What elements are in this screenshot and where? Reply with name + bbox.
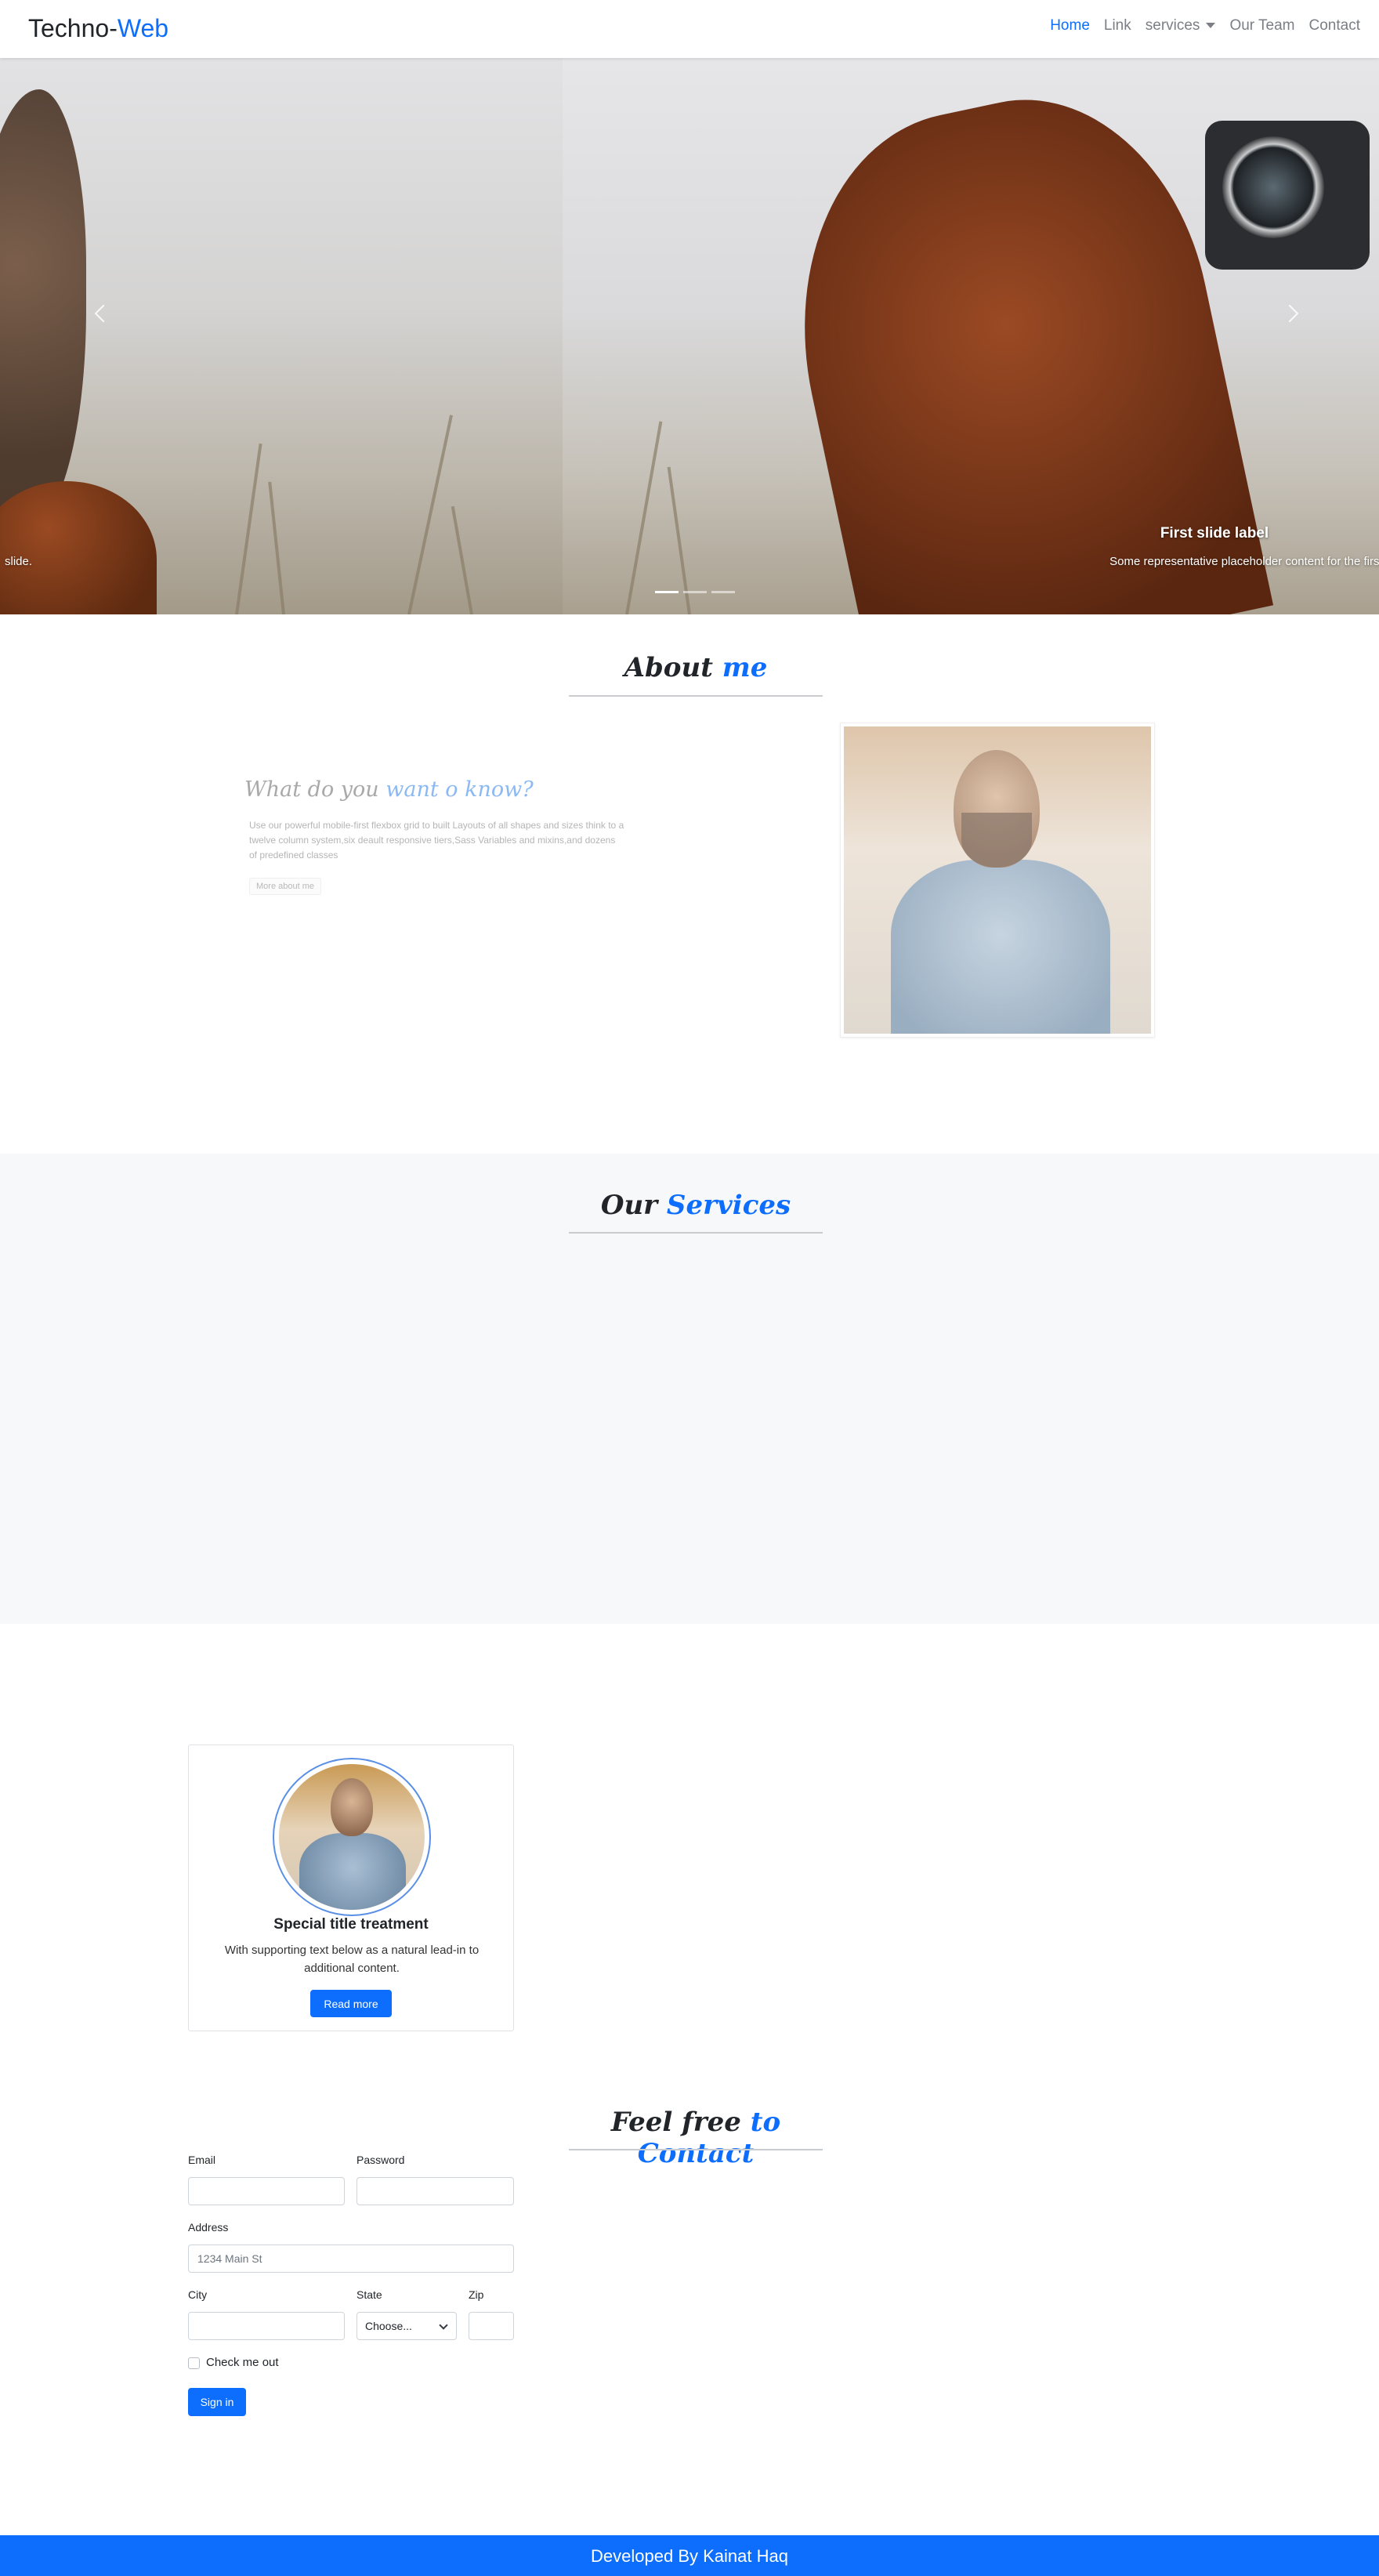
caret-down-icon (1206, 23, 1216, 29)
portrait-overlay (844, 726, 1151, 1034)
slide-photo-grass (235, 443, 262, 614)
navbar: Techno-Web Home Link services Our Team C… (0, 0, 1379, 58)
services-title-accent: Services (666, 1190, 791, 1221)
nav-our-team[interactable]: Our Team (1229, 17, 1294, 34)
more-about-me-button[interactable]: More about me (249, 878, 321, 895)
zip-field[interactable] (469, 2312, 514, 2340)
carousel-next-button[interactable] (1274, 290, 1305, 337)
about-title: About me (569, 652, 823, 683)
contact-title-rule (569, 2149, 823, 2150)
carousel-caption-text: Some representative placeholder content … (1109, 555, 1379, 568)
about-title-rule (569, 695, 823, 697)
chevron-down-icon (439, 2321, 448, 2330)
slide-photo-grass (407, 415, 454, 614)
slide-photo-grass (268, 481, 285, 614)
address-label: Address (188, 2221, 229, 2234)
check-me-out-label[interactable]: Check me out (206, 2356, 279, 2369)
state-select[interactable]: Choose... (357, 2312, 457, 2340)
about-photo (840, 723, 1155, 1038)
about-subtitle-main: What do you (244, 777, 386, 802)
nav-services-label: services (1145, 17, 1200, 34)
check-me-out-checkbox[interactable] (188, 2357, 200, 2369)
slide-photo-grass (451, 505, 473, 614)
portrait-image (844, 726, 1151, 1034)
carousel-prev-button[interactable] (88, 290, 119, 337)
sign-in-button[interactable]: Sign in (188, 2388, 246, 2416)
about-text: Use our powerful mobile-first flexbox gr… (249, 820, 624, 860)
zip-label: Zip (469, 2288, 484, 2301)
services-title-rule (569, 1232, 823, 1234)
about-title-accent: me (722, 652, 768, 683)
address-field[interactable] (188, 2244, 514, 2273)
city-field[interactable] (188, 2312, 345, 2340)
slide-photo-hair (0, 89, 86, 528)
about-title-main: About (624, 652, 722, 683)
services-title-main: Our (600, 1190, 667, 1221)
slide-photo-jacket (0, 481, 157, 614)
slide-caption-fragment: slide. (5, 555, 33, 568)
nav-home[interactable]: Home (1050, 17, 1090, 34)
card-title: Special title treatment (273, 1916, 429, 1933)
hero-carousel: slide. First slide label Some representa… (0, 58, 1379, 614)
contact-title: Feel free to Contact (569, 2107, 823, 2169)
card-text: With supporting text below as a natural … (224, 1944, 480, 1975)
carousel-slide-previous: slide. (0, 58, 563, 614)
brand-accent: Web (117, 14, 169, 42)
nav-links: Home Link services Our Team Contact (1050, 17, 1360, 34)
services-section (0, 1154, 1379, 1624)
footer-credit: Developed By Kainat Haq (591, 2546, 788, 2566)
carousel-indicators (655, 591, 735, 593)
city-label: City (188, 2288, 208, 2301)
slide-photo-lens (1222, 136, 1324, 238)
carousel-indicator[interactable] (711, 591, 735, 593)
avatar-head (331, 1778, 373, 1836)
email-label: Email (188, 2154, 216, 2166)
contact-title-main: Feel free (610, 2107, 751, 2138)
nav-services-dropdown[interactable]: services (1146, 17, 1216, 34)
chevron-left-icon (94, 304, 113, 323)
nav-link[interactable]: Link (1104, 17, 1131, 34)
services-title: Our Services (569, 1190, 823, 1221)
footer: Developed By Kainat Haq (0, 2535, 1379, 2576)
state-selected-value: Choose... (365, 2320, 412, 2332)
password-field[interactable] (357, 2177, 514, 2205)
avatar-shirt (299, 1833, 406, 1910)
read-more-button[interactable]: Read more (310, 1990, 392, 2017)
avatar-ring (273, 1758, 431, 1916)
password-label: Password (357, 2154, 405, 2166)
avatar (279, 1764, 425, 1910)
carousel-caption-title: First slide label (1160, 525, 1269, 542)
brand-logo[interactable]: Techno-Web (28, 14, 168, 43)
about-subtitle: What do you want o know? (244, 777, 534, 802)
slide-photo-grass (625, 421, 663, 614)
carousel-indicator[interactable] (655, 591, 679, 593)
chevron-right-icon (1280, 304, 1299, 323)
team-card: Special title treatment With supporting … (188, 1745, 514, 2031)
email-field[interactable] (188, 2177, 345, 2205)
state-label: State (357, 2288, 382, 2301)
about-subtitle-accent: want o know? (385, 777, 534, 802)
carousel-indicator[interactable] (683, 591, 707, 593)
nav-contact[interactable]: Contact (1309, 17, 1360, 34)
brand-main: Techno- (28, 14, 118, 42)
